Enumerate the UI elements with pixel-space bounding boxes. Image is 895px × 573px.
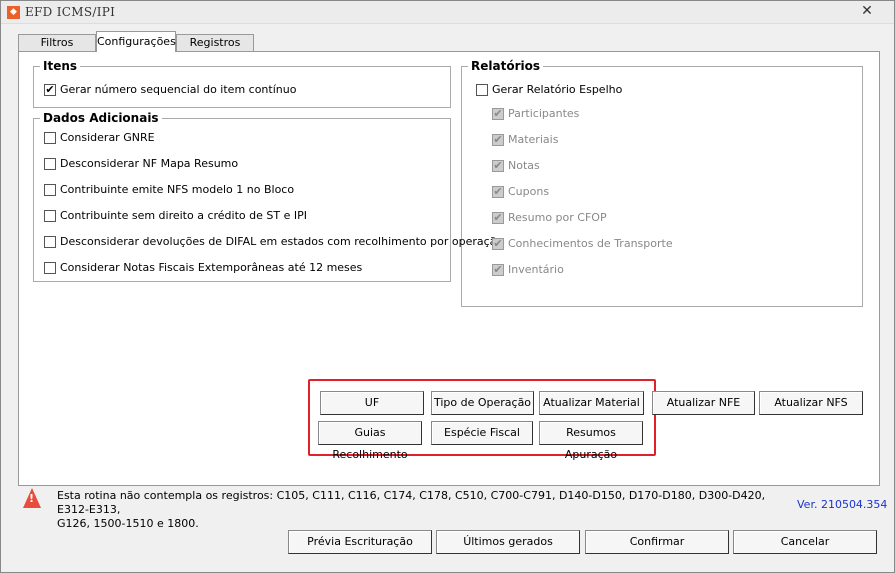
previa-escrituracao-button[interactable]: Prévia Escrituração: [288, 530, 432, 554]
tipo-operacao-button[interactable]: Tipo de Operação: [431, 391, 534, 415]
window-title: EFD ICMS/IPI: [25, 5, 116, 19]
warning-line-1: Esta rotina não contempla os registros: …: [57, 489, 766, 516]
checkbox-label: Materiais: [508, 133, 559, 146]
uf-button[interactable]: UF: [320, 391, 424, 415]
checkbox-box[interactable]: [44, 209, 56, 222]
checkbox-relatorio-1: ✔ Materiais: [492, 133, 558, 146]
checkbox-box: ✔: [492, 158, 504, 172]
checkbox-dados-0[interactable]: Considerar GNRE: [44, 131, 155, 144]
checkbox-relatorio-espelho[interactable]: Gerar Relatório Espelho: [476, 83, 622, 96]
checkbox-dados-1[interactable]: Desconsiderar NF Mapa Resumo: [44, 157, 238, 170]
itens-legend: Itens: [43, 59, 78, 73]
checkbox-box: ✔: [492, 210, 504, 224]
checkbox-label: Contribuinte sem direito a crédito de ST…: [60, 209, 307, 222]
checkbox-relatorio-2: ✔ Notas: [492, 159, 540, 172]
close-button[interactable]: ✕: [847, 3, 887, 21]
checkbox-label: Notas: [508, 159, 540, 172]
version-label: Ver. 210504.354: [797, 498, 888, 511]
checkbox-dados-4[interactable]: Desconsiderar devoluções de DIFAL em est…: [44, 235, 503, 248]
guias-recolhimento-button[interactable]: Guias Recolhimento: [318, 421, 422, 461]
tab-filtros[interactable]: Filtros: [18, 34, 96, 52]
checkbox-relatorio-3: ✔ Cupons: [492, 185, 549, 198]
checkbox-label: Inventário: [508, 263, 564, 276]
title-bar: ◆ EFD ICMS/IPI ✕: [1, 1, 894, 24]
checkbox-box[interactable]: [44, 235, 56, 248]
checkbox-label: Considerar GNRE: [60, 131, 155, 144]
tab-registros[interactable]: Registros: [176, 34, 254, 52]
checkbox-label: Gerar Relatório Espelho: [492, 83, 623, 96]
checkbox-label: Considerar Notas Fiscais Extemporâneas a…: [60, 261, 363, 274]
checkbox-box[interactable]: [44, 131, 56, 144]
atualizar-material-button[interactable]: Atualizar Material: [539, 391, 644, 415]
checkbox-checked[interactable]: ✔: [44, 83, 56, 96]
checkbox-box[interactable]: [476, 83, 488, 96]
checkbox-box[interactable]: [44, 157, 56, 170]
checkbox-box[interactable]: [44, 261, 56, 274]
relatorios-legend: Relatórios: [471, 59, 540, 73]
cancelar-button[interactable]: Cancelar: [733, 530, 877, 554]
dados-legend: Dados Adicionais: [43, 111, 159, 125]
checkbox-relatorio-4: ✔ Resumo por CFOP: [492, 211, 607, 224]
checkbox-box: ✔: [492, 236, 504, 250]
checkbox-label: Gerar número sequencial do item contínuo: [60, 83, 297, 96]
checkbox-dados-5[interactable]: Considerar Notas Fiscais Extemporâneas a…: [44, 261, 362, 274]
checkbox-box[interactable]: [44, 183, 56, 196]
checkbox-dados-2[interactable]: Contribuinte emite NFS modelo 1 no Bloco: [44, 183, 294, 196]
checkbox-relatorio-5: ✔ Conhecimentos de Transporte: [492, 237, 673, 250]
checkbox-relatorio-6: ✔ Inventário: [492, 263, 564, 276]
checkbox-label: Cupons: [508, 185, 550, 198]
atualizar-nfe-button[interactable]: Atualizar NFE: [652, 391, 755, 415]
ultimos-gerados-button[interactable]: Últimos gerados: [436, 530, 580, 554]
warning-message: Esta rotina não contempla os registros: …: [57, 489, 777, 531]
checkbox-sequencial[interactable]: ✔ Gerar número sequencial do item contínu…: [44, 83, 296, 96]
resumos-apuracao-button[interactable]: Resumos Apuração: [539, 421, 643, 461]
especie-fiscal-button[interactable]: Espécie Fiscal: [431, 421, 533, 445]
warning-icon: !: [23, 488, 41, 508]
checkbox-label: Conhecimentos de Transporte: [508, 237, 673, 250]
checkbox-box: ✔: [492, 132, 504, 146]
checkbox-box: ✔: [492, 106, 504, 120]
checkbox-label: Resumo por CFOP: [508, 211, 607, 224]
checkbox-dados-3[interactable]: Contribuinte sem direito a crédito de ST…: [44, 209, 307, 222]
atualizar-nfs-button[interactable]: Atualizar NFS: [759, 391, 863, 415]
checkbox-relatorio-0: ✔ Participantes: [492, 107, 579, 120]
checkbox-box: ✔: [492, 262, 504, 276]
checkbox-box: ✔: [492, 184, 504, 198]
checkbox-label: Desconsiderar NF Mapa Resumo: [60, 157, 239, 170]
app-icon: ◆: [7, 6, 20, 19]
checkbox-label: Desconsiderar devoluções de DIFAL em est…: [60, 235, 504, 248]
tab-configuracoes[interactable]: Configurações: [96, 31, 176, 52]
confirmar-button[interactable]: Confirmar: [585, 530, 729, 554]
warning-line-2: G126, 1500-1510 e 1800.: [57, 517, 199, 530]
checkbox-label: Participantes: [508, 107, 580, 120]
checkbox-label: Contribuinte emite NFS modelo 1 no Bloco: [60, 183, 295, 196]
